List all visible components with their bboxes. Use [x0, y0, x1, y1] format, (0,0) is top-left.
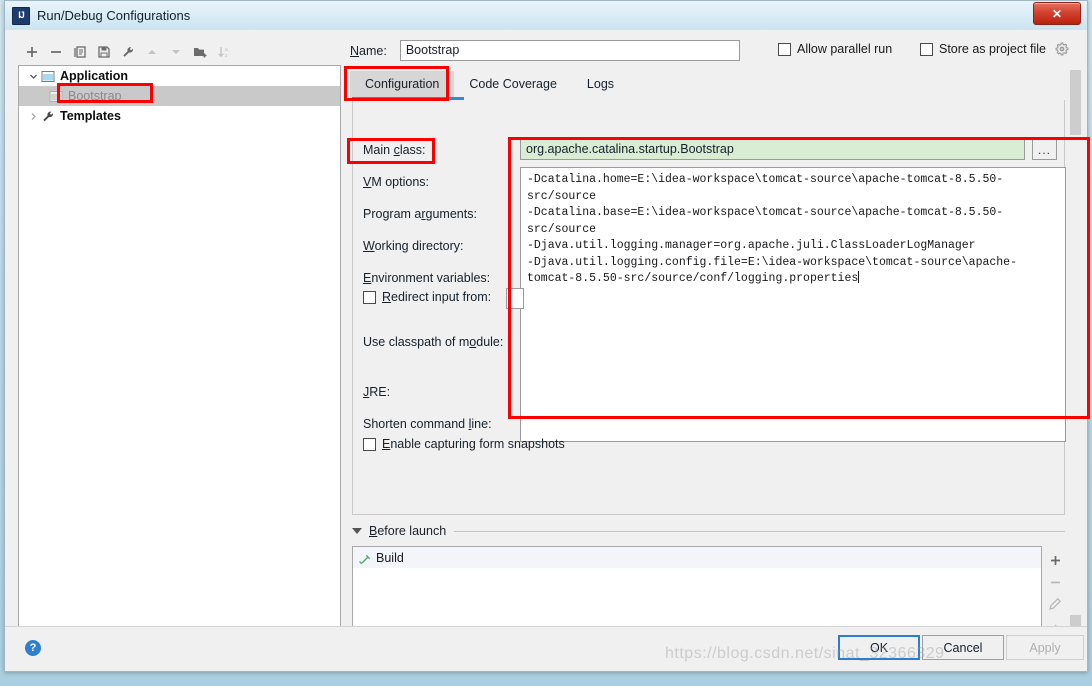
gear-icon[interactable]: [1055, 42, 1069, 56]
sort-alphabetically-button[interactable]: az: [213, 41, 235, 63]
checkbox-box[interactable]: [778, 42, 791, 56]
copy-configuration-button[interactable]: [69, 41, 91, 63]
vm-options-label: VM options:: [363, 175, 430, 189]
configuration-editor-panel: Name: Bootstrap Allow parallel run Store…: [350, 30, 1087, 671]
tree-node-label: Bootstrap: [68, 89, 122, 103]
redirect-input-from-checkbox[interactable]: Redirect input from:: [363, 290, 491, 304]
name-input[interactable]: Bootstrap: [399, 40, 740, 61]
watermark-text: https://blog.csdn.net/sinat_32366329: [665, 645, 945, 662]
use-classpath-of-module-label: Use classpath of module:: [363, 335, 504, 349]
intellij-idea-icon: [12, 6, 30, 25]
move-up-button[interactable]: [141, 41, 163, 63]
before-launch-header[interactable]: Before launch: [352, 524, 1065, 538]
enable-capturing-form-snapshots-checkbox[interactable]: Enable capturing form snapshots: [363, 437, 565, 451]
tab-code-coverage[interactable]: Code Coverage: [454, 71, 572, 98]
edit-templates-button[interactable]: [117, 41, 139, 63]
apply-button: Apply: [1006, 635, 1084, 660]
add-configuration-button[interactable]: [21, 41, 43, 63]
tree-node-label: Application: [60, 69, 129, 83]
editor-tabs: Configuration Code Coverage Logs: [350, 70, 1080, 98]
title-bar: Run/Debug Configurations ✕: [5, 1, 1087, 31]
svg-text:z: z: [225, 53, 228, 59]
redirect-input-field[interactable]: [506, 288, 524, 309]
triangle-down-icon[interactable]: [352, 528, 362, 534]
configurations-tree[interactable]: Application Bootstrap Templates: [18, 65, 341, 640]
name-row: Name: Bootstrap: [350, 40, 740, 61]
text-caret: [858, 271, 860, 283]
tab-logs[interactable]: Logs: [572, 71, 629, 98]
checkbox-box[interactable]: [920, 42, 933, 56]
close-icon[interactable]: ✕: [1033, 2, 1081, 25]
tree-node-label: Templates: [60, 109, 121, 123]
editor-scrollbar[interactable]: [1070, 70, 1081, 658]
scrollbar-thumb[interactable]: [1070, 70, 1081, 135]
configurations-toolbar: az: [18, 39, 341, 65]
build-hammer-icon: [358, 551, 376, 565]
list-item-label: Build: [376, 550, 404, 565]
save-configuration-button[interactable]: [93, 41, 115, 63]
store-as-project-file-checkbox[interactable]: Store as project file: [920, 42, 1069, 56]
main-class-label: Main class:: [363, 143, 426, 157]
environment-variables-label: Environment variables:: [363, 271, 491, 285]
dialog-footer: ? OK Cancel Apply https://blog.csdn.net/…: [5, 626, 1087, 671]
checkbox-box[interactable]: [363, 437, 376, 451]
remove-configuration-button[interactable]: [45, 41, 67, 63]
allow-parallel-run-label: Allow parallel run: [797, 42, 893, 56]
wrench-icon: [41, 110, 55, 123]
application-icon: [49, 90, 63, 103]
main-class-browse-button[interactable]: ...: [1032, 139, 1057, 160]
list-item[interactable]: Build: [353, 547, 1041, 568]
before-launch-title: Before launch: [369, 524, 447, 538]
jre-label: JRE:: [363, 385, 391, 399]
before-launch-edit-button[interactable]: [1044, 594, 1066, 614]
dialog-body: az Application Bootstrap Templates Name:…: [5, 30, 1087, 671]
checkbox-box[interactable]: [363, 290, 376, 304]
tree-node-application[interactable]: Application: [19, 66, 340, 86]
header-divider: [454, 530, 1065, 532]
enable-capturing-form-snapshots-label: Enable capturing form snapshots: [382, 437, 565, 451]
chevron-right-icon[interactable]: [25, 112, 41, 121]
before-launch-remove-button[interactable]: [1044, 572, 1066, 592]
working-directory-label: Working directory:: [363, 239, 464, 253]
name-label: Name:: [350, 43, 387, 58]
store-as-project-file-label: Store as project file: [939, 42, 1046, 56]
tab-configuration[interactable]: Configuration: [350, 71, 455, 98]
new-folder-button[interactable]: [189, 41, 211, 63]
help-icon[interactable]: ?: [25, 640, 41, 656]
main-class-input[interactable]: org.apache.catalina.startup.Bootstrap: [520, 139, 1025, 160]
window-title: Run/Debug Configurations: [37, 8, 191, 23]
run-debug-configurations-dialog: Run/Debug Configurations ✕: [4, 0, 1088, 672]
tree-node-bootstrap[interactable]: Bootstrap: [19, 86, 340, 106]
configurations-panel: az Application Bootstrap Templates: [18, 39, 341, 640]
tree-node-templates[interactable]: Templates: [19, 106, 340, 126]
move-down-button[interactable]: [165, 41, 187, 63]
vm-options-textarea[interactable]: -Dcatalina.home=E:\idea-workspace\tomcat…: [520, 167, 1066, 442]
configuration-tab-content: Main class: org.apache.catalina.startup.…: [352, 100, 1066, 515]
allow-parallel-run-checkbox[interactable]: Allow parallel run: [778, 42, 892, 56]
application-icon: [41, 70, 55, 83]
redirect-input-from-label: Redirect input from:: [382, 290, 492, 304]
vm-options-text: -Dcatalina.home=E:\idea-workspace\tomcat…: [527, 173, 1017, 285]
before-launch-add-button[interactable]: [1044, 550, 1066, 570]
shorten-command-line-label: Shorten command line:: [363, 417, 492, 431]
chevron-down-icon[interactable]: [25, 72, 41, 81]
program-arguments-label: Program arguments:: [363, 207, 477, 221]
